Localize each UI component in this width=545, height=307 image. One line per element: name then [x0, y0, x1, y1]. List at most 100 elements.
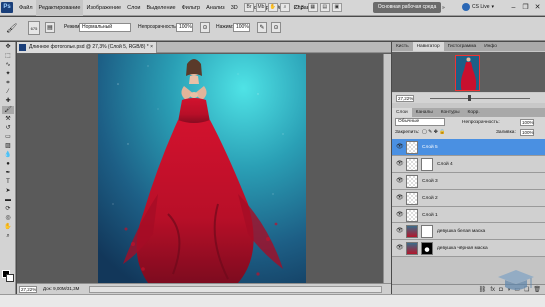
brush-size-picker[interactable]: 675 — [28, 21, 40, 35]
document-info[interactable]: Док: 9,00M/31,3M — [43, 286, 79, 291]
layer-name[interactable]: Слой 3 — [422, 179, 438, 184]
path-selection-tool-icon[interactable]: ➤ — [2, 187, 14, 195]
visibility-eye-icon[interactable]: 👁 — [396, 178, 404, 184]
fill-field[interactable]: 100% — [520, 129, 534, 136]
flow-field[interactable]: 100% — [233, 23, 250, 32]
navigator-tab[interactable]: Навигатор — [412, 42, 444, 51]
layer-thumbnail[interactable] — [406, 242, 418, 256]
restore-icon[interactable]: ❐ — [521, 3, 530, 12]
brush-panel-toggle-icon[interactable]: ▤ — [45, 22, 55, 33]
layer-thumbnail[interactable] — [406, 208, 418, 222]
layer-row[interactable]: 👁 Слой 5 — [392, 139, 545, 156]
history-brush-tool-icon[interactable]: ↺ — [2, 124, 14, 132]
link-layers-icon[interactable]: ⛓ — [479, 285, 487, 294]
visibility-eye-icon[interactable]: 👁 — [396, 245, 404, 251]
layers-tab[interactable]: Каналы — [412, 108, 437, 117]
menu-item[interactable]: Изображение — [83, 0, 124, 16]
layer-name[interactable]: девушка белая маска — [437, 229, 485, 234]
layers-tab[interactable]: Корр. — [464, 108, 484, 117]
layer-name[interactable]: Слой 1 — [422, 213, 438, 218]
layer-name[interactable]: девушка чёрная маска — [437, 246, 488, 251]
navigator-tab[interactable]: Инфо — [480, 42, 501, 51]
visibility-eye-icon[interactable]: 👁 — [396, 144, 404, 150]
document-tab[interactable]: Длинное фотоголье.psd @ 27,3% (Слой 5, R… — [17, 42, 157, 53]
brush-tool-icon[interactable]: 🖌 — [2, 106, 14, 114]
horizontal-scrollbar[interactable] — [89, 286, 382, 293]
eyedropper-tool-icon[interactable]: ⁄ — [2, 88, 14, 96]
navigator-zoom-slider[interactable] — [430, 98, 530, 99]
quick-selection-tool-icon[interactable]: ✦ — [2, 70, 14, 78]
navigator-tab[interactable]: Кисть — [392, 42, 413, 51]
zoom-tool-icon[interactable]: ⌕ — [2, 232, 14, 240]
layer-name[interactable]: Слой 4 — [437, 162, 453, 167]
layer-name[interactable]: Слой 2 — [422, 196, 438, 201]
dodge-tool-icon[interactable]: ● — [2, 160, 14, 168]
3d-orbit-tool-icon[interactable]: ◎ — [2, 214, 14, 222]
screen-mode-icon[interactable]: ▣ — [331, 3, 342, 12]
clone-stamp-tool-icon[interactable]: ⚒ — [2, 115, 14, 123]
layer-opacity-field[interactable]: 100% — [520, 119, 534, 126]
arrange-documents-icon[interactable]: ▤ — [319, 3, 330, 12]
workspace-overflow-icon[interactable]: » — [442, 5, 445, 11]
layer-row[interactable]: 👁 Слой 1 — [392, 206, 545, 224]
layer-row[interactable]: 👁 девушка белая маска — [392, 223, 545, 241]
lock-icons[interactable]: ▢ ✎ ✥ 🔒 — [422, 129, 446, 135]
eraser-tool-icon[interactable]: ▭ — [2, 133, 14, 141]
layers-tab[interactable]: Слои — [392, 108, 412, 117]
layer-row[interactable]: 👁 Слой 3 — [392, 172, 545, 190]
layers-tab[interactable]: Контуры — [437, 108, 464, 117]
menu-item[interactable]: Слои — [124, 0, 143, 16]
opacity-field[interactable]: 100% — [176, 23, 193, 32]
pen-tool-icon[interactable]: ✒ — [2, 169, 14, 177]
layer-thumbnail[interactable] — [406, 225, 418, 239]
brush-tool-icon[interactable]: 🖌 — [6, 22, 20, 34]
menu-item[interactable]: Выделение — [143, 0, 178, 16]
document-image[interactable] — [98, 54, 306, 283]
shape-tool-icon[interactable]: ▬ — [2, 196, 14, 204]
status-zoom-field[interactable]: 27,22% — [19, 286, 37, 293]
menu-item[interactable]: Файл — [16, 0, 36, 16]
canvas[interactable] — [17, 54, 391, 283]
workspace-button[interactable]: Основная рабочая среда — [373, 2, 441, 13]
layer-row[interactable]: 👁 Слой 2 — [392, 189, 545, 207]
layer-mask-thumbnail[interactable] — [421, 242, 433, 256]
menu-item[interactable]: Анализ — [203, 0, 228, 16]
visibility-eye-icon[interactable]: 👁 — [396, 161, 404, 167]
bridge-icon[interactable]: Br — [244, 3, 254, 12]
close-icon[interactable]: ✕ — [533, 3, 542, 12]
close-icon[interactable]: × — [150, 42, 153, 53]
navigator-preview[interactable] — [392, 52, 545, 92]
layer-mask-thumbnail[interactable] — [421, 157, 433, 171]
hand-tool-icon[interactable]: ✋ — [268, 3, 278, 12]
navigator-zoom-field[interactable]: 27,22% — [396, 95, 414, 102]
gradient-tool-icon[interactable]: ▨ — [2, 142, 14, 150]
menu-item[interactable]: Редактирование — [35, 0, 84, 16]
hand-tool-icon[interactable]: ✋ — [2, 223, 14, 231]
navigator-zoom-knob[interactable] — [468, 95, 471, 101]
crop-tool-icon[interactable]: ⌗ — [2, 79, 14, 87]
healing-brush-tool-icon[interactable]: ✚ — [2, 97, 14, 105]
lasso-tool-icon[interactable]: ∿ — [2, 61, 14, 69]
menu-item[interactable]: Фильтр — [179, 0, 203, 16]
cs-live-button[interactable]: CS Live ▾ — [462, 3, 494, 11]
vertical-scrollbar[interactable] — [383, 54, 391, 283]
navigator-view-box[interactable] — [455, 55, 480, 91]
mode-select[interactable]: Нормальный — [79, 23, 131, 32]
grid-icon[interactable]: ▦ — [307, 3, 318, 12]
menu-item[interactable]: 3D — [228, 0, 241, 16]
layer-thumbnail[interactable] — [406, 174, 418, 188]
visibility-eye-icon[interactable]: 👁 — [396, 228, 404, 234]
layer-row[interactable]: 👁 девушка чёрная маска — [392, 240, 545, 258]
zoom-tool-icon[interactable]: ⌕ — [280, 3, 290, 12]
pressure-size-icon[interactable]: ⊙ — [271, 22, 281, 33]
navigator-tab[interactable]: Гистограмма — [444, 42, 481, 51]
zoom-level[interactable]: 27,3 — [292, 5, 306, 11]
pressure-opacity-icon[interactable]: ⊙ — [200, 22, 210, 33]
3d-rotate-tool-icon[interactable]: ⟳ — [2, 205, 14, 213]
layer-thumbnail[interactable] — [406, 191, 418, 205]
blend-mode-select[interactable]: Обычные — [395, 118, 445, 126]
type-tool-icon[interactable]: T — [2, 178, 14, 186]
layer-thumbnail[interactable] — [406, 157, 418, 171]
blur-tool-icon[interactable]: 💧 — [2, 151, 14, 159]
visibility-eye-icon[interactable]: 👁 — [396, 195, 404, 201]
